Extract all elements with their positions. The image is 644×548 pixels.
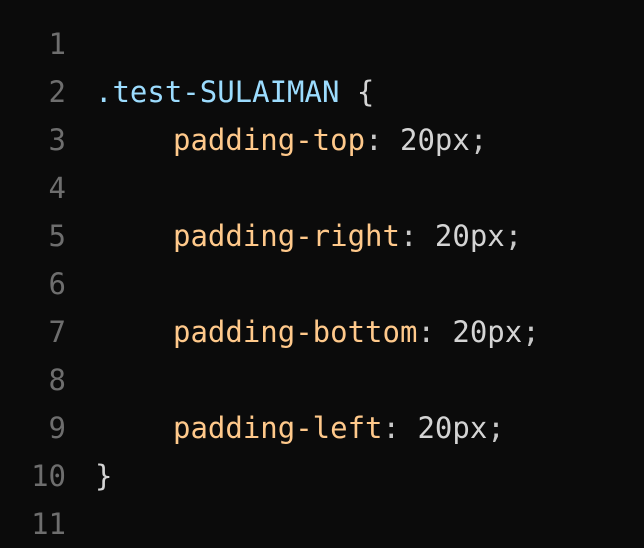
- line-number: 3: [48, 123, 66, 157]
- css-value: 20px: [400, 123, 470, 157]
- close-brace: }: [95, 459, 113, 493]
- line-number: 8: [48, 363, 66, 397]
- line-number: 9: [48, 411, 66, 445]
- code-line-3: 3 padding-top: 20px;: [0, 116, 644, 164]
- code-content: }: [66, 452, 112, 500]
- css-selector: .test-SULAIMAN: [95, 75, 340, 109]
- semicolon: ;: [487, 411, 505, 445]
- semicolon: ;: [469, 123, 488, 157]
- code-content: padding-right: 20px;: [66, 212, 522, 260]
- code-line-1: 1: [0, 20, 644, 68]
- css-property: padding-left: [173, 411, 383, 445]
- line-number: 4: [48, 171, 66, 205]
- code-line-6: 6: [0, 260, 644, 308]
- code-line-7: 7 padding-bottom: 20px;: [0, 308, 644, 356]
- code-line-4: 4: [0, 164, 644, 212]
- code-line-2: 2 .test-SULAIMAN {: [0, 68, 644, 116]
- code-content: padding-left: 20px;: [66, 404, 505, 452]
- colon: :: [365, 123, 383, 157]
- code-line-8: 8: [0, 356, 644, 404]
- css-value: 20px: [417, 411, 488, 445]
- css-value: 20px: [452, 315, 523, 349]
- line-number: 10: [31, 459, 66, 493]
- code-content: padding-bottom: 20px;: [66, 308, 540, 356]
- code-line-10: 10 }: [0, 452, 644, 500]
- css-property: padding-right: [173, 219, 400, 253]
- line-number: 5: [48, 219, 66, 253]
- css-property: padding-top: [173, 123, 366, 157]
- semicolon: ;: [504, 219, 523, 253]
- code-content: padding-top: 20px;: [66, 116, 487, 164]
- colon: :: [399, 219, 418, 253]
- colon: :: [382, 411, 400, 445]
- line-number: 2: [48, 75, 66, 109]
- open-brace: {: [356, 75, 375, 109]
- line-number: 6: [48, 267, 66, 301]
- code-editor[interactable]: 1 2 .test-SULAIMAN { 3 padding-top: 20px…: [0, 0, 644, 548]
- code-line-11: 11: [0, 500, 644, 548]
- css-property: padding-bottom: [173, 315, 418, 349]
- code-content: .test-SULAIMAN {: [66, 68, 374, 116]
- line-number: 7: [48, 315, 66, 349]
- code-line-9: 9 padding-left: 20px;: [0, 404, 644, 452]
- code-line-5: 5 padding-right: 20px;: [0, 212, 644, 260]
- colon: :: [417, 315, 435, 349]
- semicolon: ;: [522, 315, 540, 349]
- line-number: 1: [48, 27, 66, 61]
- line-number: 11: [31, 507, 66, 541]
- css-value: 20px: [434, 219, 505, 253]
